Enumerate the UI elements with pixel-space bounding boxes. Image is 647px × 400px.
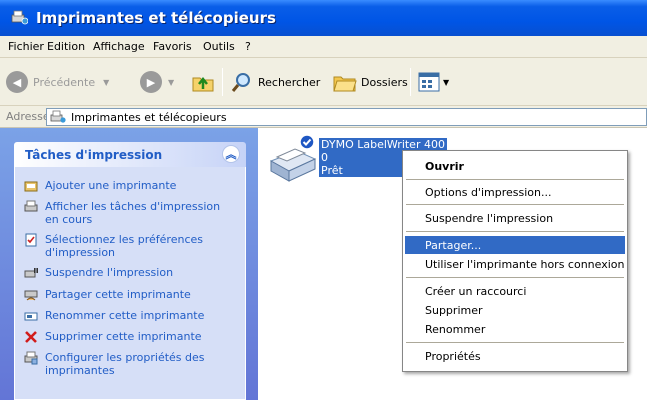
up-folder-button[interactable] [191,58,215,106]
menu-item-use-offline[interactable]: Utiliser l'imprimante hors connexion [405,255,625,273]
menu-edition[interactable]: Edition [47,40,85,53]
folder-up-icon [192,76,214,92]
task-label: Ajouter une imprimante [45,179,177,192]
chevron-down-icon: ▼ [168,77,175,87]
menu-affichage[interactable]: Affichage [93,40,145,53]
search-icon [231,73,250,92]
add-printer-icon [24,181,38,192]
menu-item-label: Créer un raccourci [425,285,527,298]
task-label: Sélectionnez les préférences d'impressio… [45,233,203,259]
menu-separator [406,277,624,278]
menu-item-rename[interactable]: Renommer [405,320,625,338]
title-bar: Imprimantes et télécopieurs [0,0,647,36]
tasks-panel-title: Tâches d'impression [25,148,163,162]
menu-item-print-options[interactable]: Options d'impression... [405,183,625,201]
search-label: Rechercher [258,75,321,89]
task-label: Suspendre l'impression [45,266,174,279]
back-button[interactable]: ◀ Précédente ▼ [6,58,109,106]
menu-item-label: Options d'impression... [425,186,552,199]
menu-item-delete[interactable]: Supprimer [405,301,625,319]
task-label: Renommer cette imprimante [45,309,205,322]
toolbar-separator [222,68,223,96]
rename-icon [24,312,38,321]
address-label: Adresse [6,110,50,123]
preferences-icon [25,233,37,247]
menu-separator [406,231,624,232]
share-printer-icon [24,290,38,301]
menu-outils[interactable]: Outils [203,40,235,53]
menu-item-label: Partager... [425,239,482,252]
window-title: Imprimantes et télécopieurs [36,9,276,27]
back-arrow-icon: ◀ [6,71,28,93]
printer-icon[interactable] [267,133,319,183]
toolbar-separator [410,68,411,96]
forward-arrow-icon: ▶ [140,71,162,93]
folders-button[interactable]: Dossiers [333,58,408,106]
menu-favoris[interactable]: Favoris [153,40,192,53]
task-label: Afficher les tâches d'impression en cour… [45,200,221,226]
menu-item-properties[interactable]: Propriétés [405,347,625,365]
menu-item-share[interactable]: Partager... [405,236,625,254]
printers-folder-icon [11,10,28,25]
menu-item-label: Renommer [425,323,486,336]
properties-icon [24,351,38,365]
pause-printing-icon [24,268,38,278]
views-icon [418,72,440,92]
context-menu: Ouvrir Options d'impression... Suspendre… [402,150,628,372]
address-value: Imprimantes et télécopieurs [71,111,227,124]
task-label: Supprimer cette imprimante [45,330,202,343]
menu-item-create-shortcut[interactable]: Créer un raccourci [405,282,625,300]
views-button[interactable]: ▼ [418,58,449,106]
print-queue-icon [24,200,38,212]
task-pane: Tâches d'impression ︽ Ajouter une imprim… [0,128,258,400]
menu-help[interactable]: ? [245,40,251,53]
toolbar: ◀ Précédente ▼ ▶ ▼ Rechercher Dossiers ▼ [0,58,647,106]
folders-icon [333,76,357,92]
menu-bar: Fichier Edition Affichage Favoris Outils… [0,36,647,58]
menu-fichier[interactable]: Fichier [8,40,44,53]
chevron-down-icon: ▼ [443,77,450,87]
collapse-icon[interactable]: ︽ [222,145,240,163]
menu-item-label: Supprimer [425,304,483,317]
delete-icon [25,331,37,343]
back-label: Précédente [33,75,96,89]
tasks-panel-body: Ajouter une imprimante Afficher les tâch… [14,167,246,400]
menu-separator [406,179,624,180]
task-label: Configurer les propriétés des imprimante… [45,351,205,377]
menu-item-label: Suspendre l'impression [425,212,554,225]
printers-folder-icon [50,110,66,123]
forward-button[interactable]: ▶ ▼ [140,58,174,106]
task-label: Partager cette imprimante [45,288,191,301]
tasks-panel-header[interactable]: Tâches d'impression ︽ [14,142,246,167]
address-field[interactable]: Imprimantes et télécopieurs [46,108,647,126]
menu-item-label: Propriétés [425,350,481,363]
menu-item-open[interactable]: Ouvrir [405,157,625,175]
search-button[interactable]: Rechercher [230,58,320,106]
menu-separator [406,342,624,343]
address-bar: Adresse Imprimantes et télécopieurs [0,106,647,128]
menu-item-label: Utiliser l'imprimante hors connexion [425,258,625,271]
chevron-down-icon: ▼ [103,77,110,87]
menu-separator [406,204,624,205]
menu-item-pause-printing[interactable]: Suspendre l'impression [405,209,625,227]
menu-item-label: Ouvrir [425,160,464,173]
folders-label: Dossiers [361,75,408,89]
